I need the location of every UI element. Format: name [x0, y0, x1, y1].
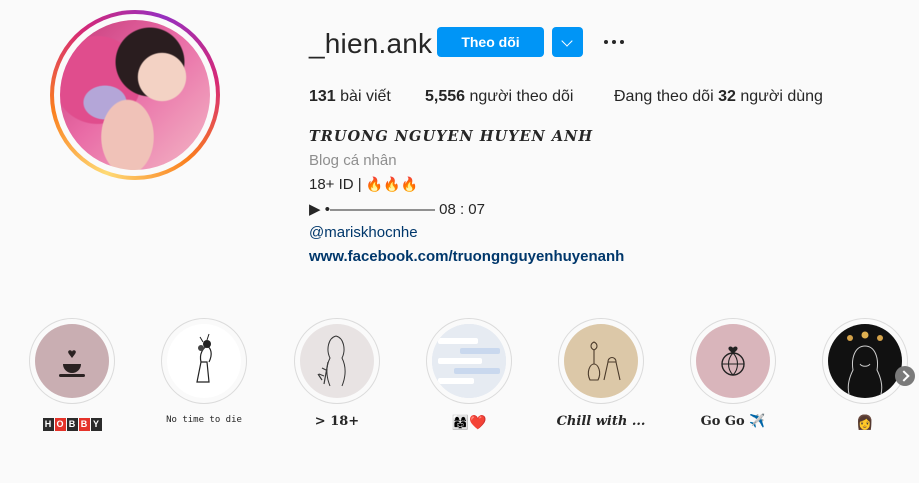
hobby-letters: HOBBY [42, 418, 102, 431]
highlight-cover [35, 324, 109, 398]
highlight-label: 👩‍👩‍👧❤️ [451, 414, 487, 430]
hobby-letter: H [42, 418, 54, 431]
highlight-go-go[interactable]: Go Go ✈️ [690, 318, 776, 429]
highlight-cover [564, 324, 638, 398]
highlight-cover [828, 324, 902, 398]
highlight-ring [161, 318, 247, 404]
more-dot [620, 40, 624, 44]
following-label: người dùng [740, 88, 823, 105]
following-prefix: Đang theo dõi [614, 88, 714, 105]
hobby-letter: Y [90, 418, 102, 431]
followers-stat[interactable]: 5,556 người theo dõi [425, 88, 573, 106]
vase-flower-icon [587, 341, 621, 381]
posts-label: bài viết [340, 88, 391, 105]
highlight-ring [294, 318, 380, 404]
more-dot [604, 40, 608, 44]
highlight-cover [300, 324, 374, 398]
hand-flower-icon [196, 333, 212, 383]
highlight-no-time-to-die[interactable]: No time to die [161, 318, 247, 425]
profile-full-name: TRUONG NGUYEN HUYEN ANH [309, 128, 594, 145]
bio-music-line: ▶ •——————— 08 : 07 [309, 201, 485, 218]
following-count: 32 [718, 88, 736, 105]
woman-line-art-icon [317, 335, 346, 387]
bio-text: 18+ ID | [309, 176, 366, 193]
followers-count: 5,556 [425, 88, 466, 105]
suggested-accounts-button[interactable] [552, 27, 583, 57]
posts-count: 131 [309, 88, 336, 105]
hobby-letter: B [78, 418, 90, 431]
highlight-label: > 18+ [314, 414, 360, 429]
highlight-hobby[interactable]: HOBBY [29, 318, 115, 431]
followers-label: người theo dõi [469, 88, 574, 105]
more-options-icon[interactable] [602, 32, 626, 52]
teacup-icon [59, 350, 85, 377]
chat-screenshot-icon [432, 324, 506, 398]
next-arrow-icon[interactable] [895, 366, 915, 386]
follow-button[interactable]: Theo dõi [437, 27, 544, 57]
highlight-label: Chill with ... [556, 414, 646, 429]
highlight-chill-with[interactable]: Chill with ... [557, 318, 645, 429]
moon-phases-girl-icon [847, 331, 883, 395]
more-dot [612, 40, 616, 44]
highlight-ring [558, 318, 644, 404]
highlight-label: HOBBY [9, 414, 135, 432]
profile-website-link[interactable]: www.facebook.com/truongnguyenhuyenanh [309, 248, 624, 265]
globe-heart-icon [721, 346, 745, 376]
bio-mention-link[interactable]: @mariskhocnhe [309, 224, 418, 241]
highlight-cover [696, 324, 770, 398]
highlight-ring [690, 318, 776, 404]
highlight-ring [29, 318, 115, 404]
highlight-label: 👩 [856, 414, 874, 430]
bio-line: 18+ ID | 🔥🔥🔥 [309, 176, 418, 193]
profile-username: _hien.ank [309, 28, 433, 59]
profile-category: Blog cá nhân [309, 152, 397, 169]
hobby-letter: O [54, 418, 66, 431]
avatar-ring-gap [54, 14, 216, 176]
highlight-cover [432, 324, 506, 398]
highlight-label: Go Go ✈️ [700, 414, 766, 429]
profile-avatar[interactable] [50, 10, 220, 180]
hobby-letter: B [66, 418, 78, 431]
highlight-ring [822, 318, 908, 404]
chevron-down-icon [561, 35, 573, 47]
highlight-18-plus[interactable]: > 18+ [294, 318, 380, 429]
fire-emoji: 🔥🔥🔥 [365, 176, 419, 192]
posts-stat: 131 bài viết [309, 88, 391, 106]
highlight-label: No time to die [166, 415, 242, 425]
highlight-cover [167, 324, 241, 398]
highlight-girl[interactable]: 👩 [822, 318, 908, 430]
highlight-ring [426, 318, 512, 404]
avatar-photo [60, 20, 210, 170]
following-stat[interactable]: Đang theo dõi 32 người dùng [614, 88, 823, 106]
highlight-family[interactable]: 👩‍👩‍👧❤️ [426, 318, 512, 430]
